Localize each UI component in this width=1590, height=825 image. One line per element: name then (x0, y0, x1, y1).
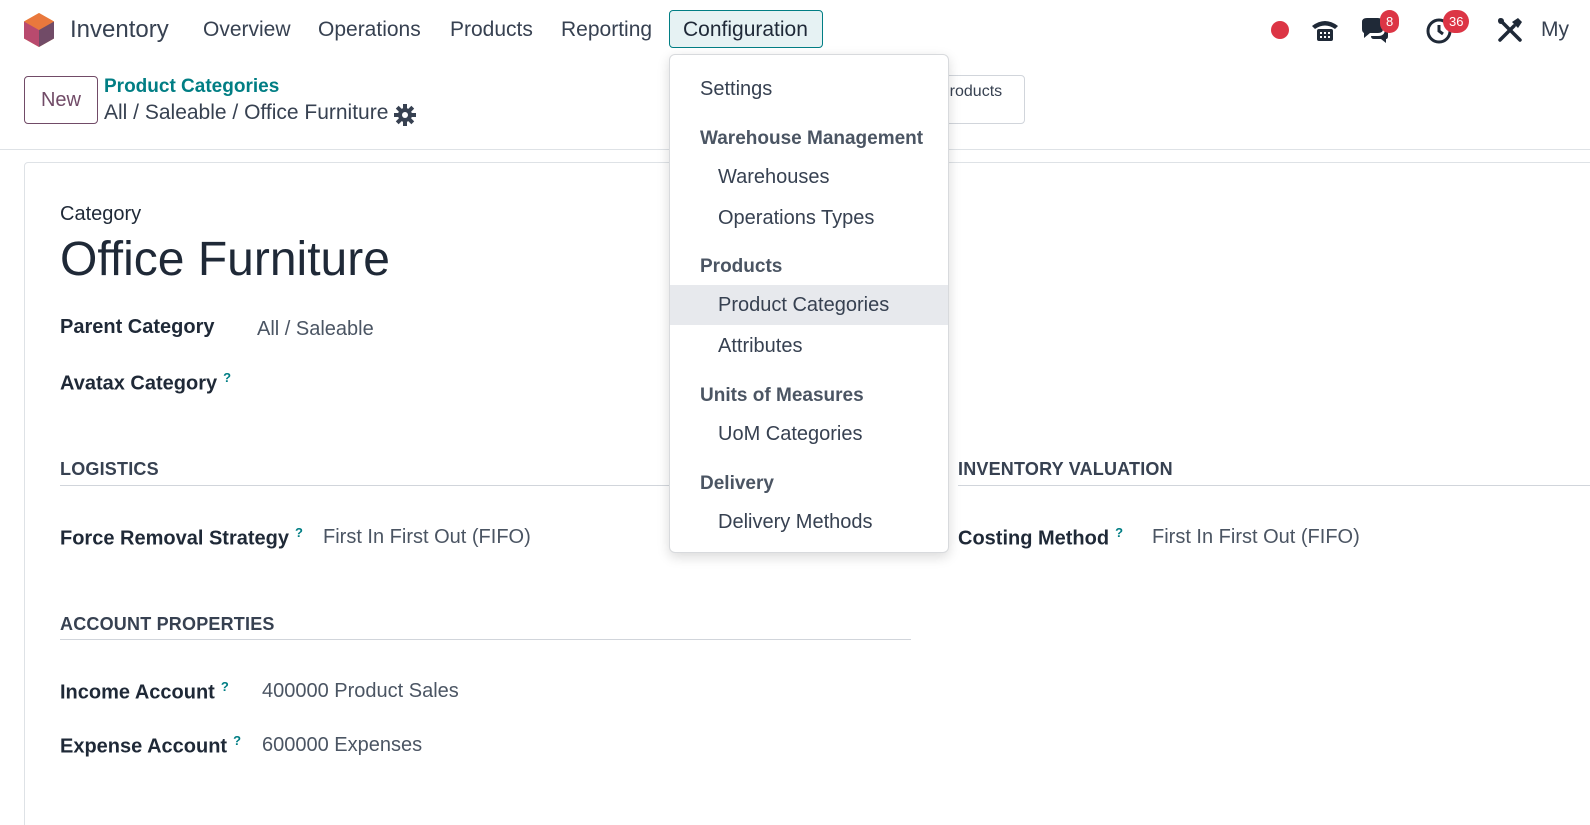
help-tooltip-icon[interactable]: ? (1115, 525, 1123, 540)
menu-item-uom-categories[interactable]: UoM Categories (670, 414, 948, 454)
section-account-properties: ACCOUNT PROPERTIES (60, 614, 275, 634)
costing-method-field[interactable]: First In First Out (FIFO) (1152, 526, 1360, 549)
removal-label-text: Force Removal Strategy (60, 527, 289, 550)
breadcrumb-parent-link[interactable]: Product Categories (104, 76, 279, 98)
menu-header-units-of-measures: Units of Measures (700, 385, 864, 406)
help-tooltip-icon[interactable]: ? (233, 733, 241, 748)
section-valuation-line (958, 485, 1590, 486)
menu-header-products: Products (700, 256, 783, 277)
gear-icon[interactable] (394, 104, 416, 126)
income-account-field[interactable]: 400000 Product Sales (262, 680, 459, 703)
breadcrumb-current: All / Saleable / Office Furniture (104, 101, 389, 124)
section-inventory-valuation: INVENTORY VALUATION (958, 459, 1173, 479)
avatax-category-label: Avatax Category? (60, 370, 231, 396)
activity-badge: 36 (1443, 10, 1470, 33)
menu-item-delivery-methods[interactable]: Delivery Methods (670, 502, 948, 542)
nav-overview[interactable]: Overview (203, 18, 291, 42)
menu-item-attributes[interactable]: Attributes (670, 326, 948, 366)
costing-label-text: Costing Method (958, 527, 1110, 550)
costing-method-label: Costing Method? (958, 525, 1123, 551)
tools-icon[interactable] (1494, 14, 1526, 46)
category-label: Category (60, 203, 142, 225)
nav-operations[interactable]: Operations (318, 18, 421, 42)
help-tooltip-icon[interactable]: ? (295, 525, 303, 540)
menu-item-operations-types[interactable]: Operations Types (670, 198, 948, 238)
nav-products[interactable]: Products (450, 18, 533, 42)
income-label-text: Income Account (60, 681, 215, 704)
app-name[interactable]: Inventory (70, 16, 169, 44)
new-button[interactable]: New (24, 76, 98, 124)
help-tooltip-icon[interactable]: ? (223, 370, 231, 385)
menu-item-product-categories[interactable]: Product Categories (670, 285, 948, 325)
expense-account-label: Expense Account? (60, 733, 241, 759)
section-logistics: LOGISTICS (60, 459, 159, 479)
menu-item-warehouses[interactable]: Warehouses (670, 157, 948, 197)
section-logistics-line (60, 485, 670, 486)
menu-header-warehouse-management: Warehouse Management (700, 128, 924, 149)
discuss-badge: 8 (1380, 10, 1400, 33)
configuration-dropdown-menu: Settings Warehouse Management Warehouses… (669, 54, 949, 553)
nav-reporting[interactable]: Reporting (561, 18, 652, 42)
income-account-label: Income Account? (60, 679, 229, 705)
menu-header-delivery: Delivery (700, 473, 774, 494)
expense-label-text: Expense Account (60, 735, 228, 758)
menu-item-settings[interactable]: Settings (670, 69, 948, 109)
removal-strategy-label: Force Removal Strategy? (60, 525, 303, 551)
expense-account-field[interactable]: 600000 Expenses (262, 734, 422, 757)
parent-category-field[interactable]: All / Saleable (257, 318, 374, 341)
avatax-label-text: Avatax Category (60, 372, 218, 395)
removal-strategy-field[interactable]: First In First Out (FIFO) (323, 526, 531, 549)
nav-configuration[interactable]: Configuration (669, 10, 823, 48)
user-menu[interactable]: My (1541, 18, 1569, 42)
help-tooltip-icon[interactable]: ? (221, 679, 229, 694)
inventory-app-icon[interactable] (22, 12, 56, 48)
recording-dot-icon[interactable] (1266, 16, 1294, 44)
phone-icon[interactable] (1309, 14, 1341, 46)
category-name-field[interactable]: Office Furniture (60, 232, 390, 287)
section-account-line (60, 639, 911, 640)
top-navbar: Inventory Overview Operations Products R… (0, 0, 1590, 62)
parent-category-label: Parent Category (60, 316, 215, 338)
